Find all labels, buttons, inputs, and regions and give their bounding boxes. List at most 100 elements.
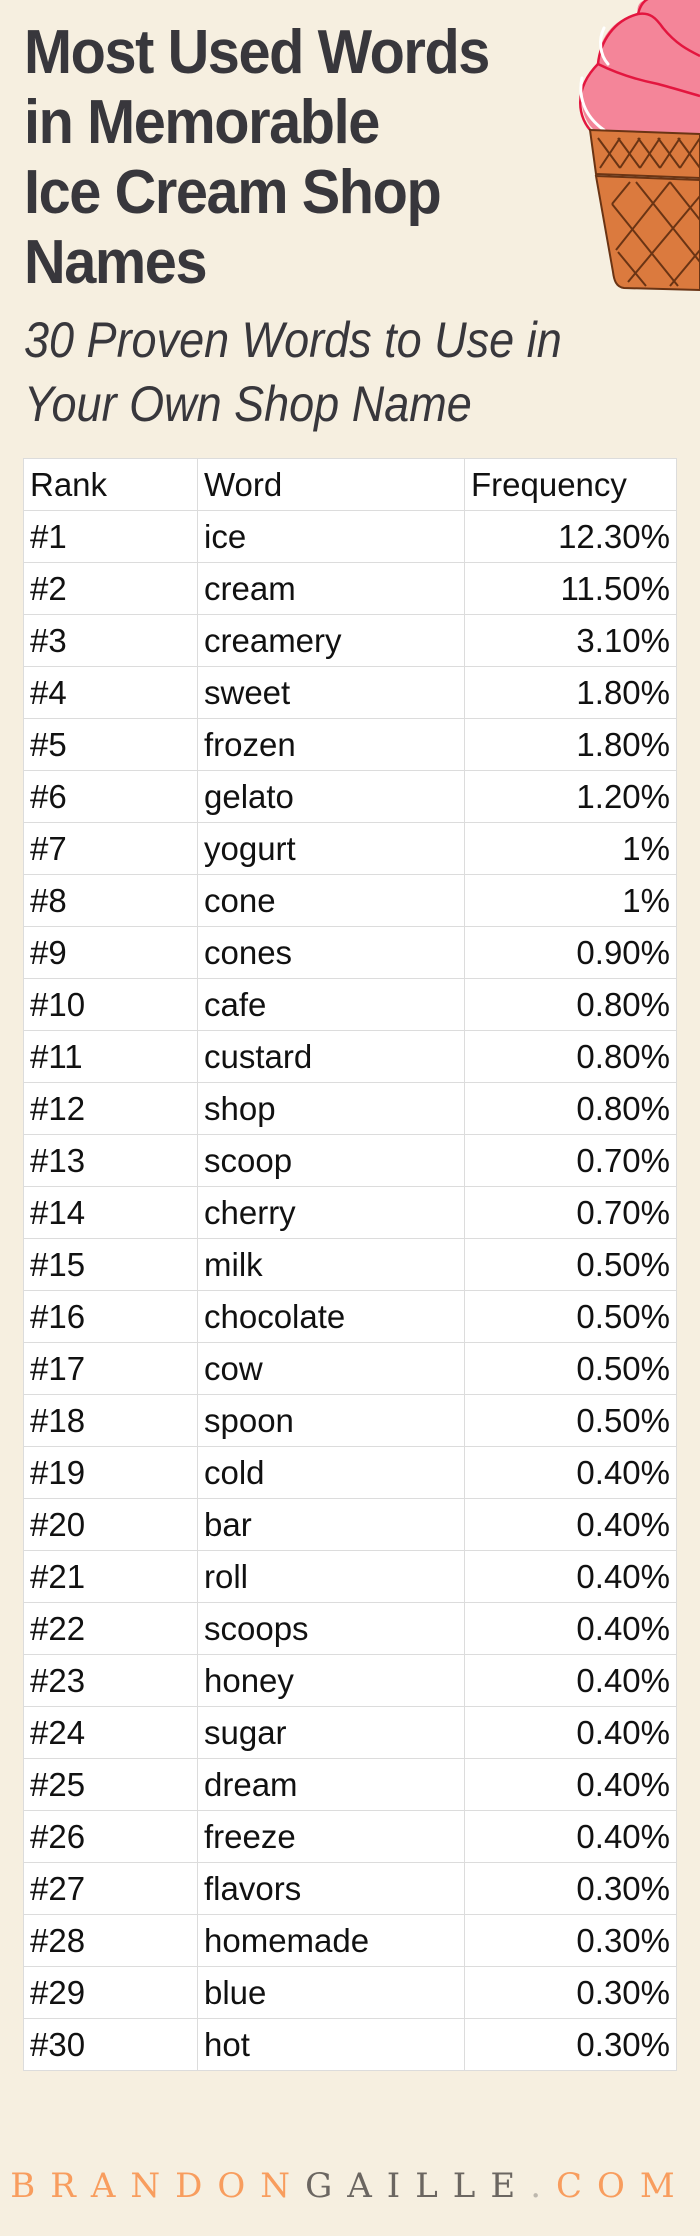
rank-cell: #28 bbox=[23, 1914, 198, 1967]
word-cell: shop bbox=[197, 1082, 465, 1135]
rank-cell: #1 bbox=[23, 510, 198, 563]
rank-cell: #25 bbox=[23, 1758, 198, 1811]
word-cell: honey bbox=[197, 1654, 465, 1707]
frequency-cell: 0.70% bbox=[464, 1134, 677, 1187]
table-row: #18 spoon 0.50% bbox=[23, 1394, 677, 1447]
table-row: #15 milk 0.50% bbox=[23, 1238, 677, 1291]
word-cell: sweet bbox=[197, 666, 465, 719]
word-cell: cold bbox=[197, 1446, 465, 1499]
rank-cell: #30 bbox=[23, 2018, 198, 2071]
table-row: #11 custard 0.80% bbox=[23, 1030, 677, 1083]
brand-footer: BRANDONGAILLE.COM bbox=[0, 2164, 700, 2208]
rank-cell: #22 bbox=[23, 1602, 198, 1655]
table-row: #24 sugar 0.40% bbox=[23, 1706, 677, 1759]
column-header-word: Word bbox=[197, 458, 465, 511]
rank-cell: #18 bbox=[23, 1394, 198, 1447]
word-cell: cherry bbox=[197, 1186, 465, 1239]
word-cell: custard bbox=[197, 1030, 465, 1083]
rank-cell: #14 bbox=[23, 1186, 198, 1239]
table-row: #26 freeze 0.40% bbox=[23, 1810, 677, 1863]
frequency-cell: 0.50% bbox=[464, 1394, 677, 1447]
word-cell: freeze bbox=[197, 1810, 465, 1863]
word-cell: cream bbox=[197, 562, 465, 615]
rank-cell: #17 bbox=[23, 1342, 198, 1395]
frequency-cell: 0.30% bbox=[464, 1862, 677, 1915]
table-row: #2 cream 11.50% bbox=[23, 562, 677, 615]
rank-cell: #5 bbox=[23, 718, 198, 771]
brand-name-part2: GAILLE bbox=[305, 2166, 531, 2206]
word-cell: spoon bbox=[197, 1394, 465, 1447]
ice-cream-cone-icon bbox=[579, 0, 700, 292]
table-header-row: Rank Word Frequency bbox=[23, 458, 677, 511]
rank-cell: #10 bbox=[23, 978, 198, 1031]
word-cell: homemade bbox=[197, 1914, 465, 1967]
frequency-cell: 0.40% bbox=[464, 1446, 677, 1499]
frequency-cell: 1% bbox=[464, 874, 677, 927]
subtitle-line: 30 Proven Words to Use in bbox=[24, 312, 562, 368]
table-row: #7 yogurt 1% bbox=[23, 822, 677, 875]
word-cell: scoop bbox=[197, 1134, 465, 1187]
frequency-cell: 0.40% bbox=[464, 1654, 677, 1707]
word-cell: cones bbox=[197, 926, 465, 979]
subtitle-line: Your Own Shop Name bbox=[24, 376, 472, 432]
frequency-cell: 0.40% bbox=[464, 1758, 677, 1811]
frequency-cell: 1% bbox=[464, 822, 677, 875]
table-row: #30 hot 0.30% bbox=[23, 2018, 677, 2071]
column-header-frequency: Frequency bbox=[464, 458, 677, 511]
rank-cell: #7 bbox=[23, 822, 198, 875]
rank-cell: #8 bbox=[23, 874, 198, 927]
table-row: #3 creamery 3.10% bbox=[23, 614, 677, 667]
table-row: #22 scoops 0.40% bbox=[23, 1602, 677, 1655]
word-cell: hot bbox=[197, 2018, 465, 2071]
table-row: #8 cone 1% bbox=[23, 874, 677, 927]
title-line: Most Used Words bbox=[24, 18, 490, 87]
word-cell: ice bbox=[197, 510, 465, 563]
page-title: Most Used Words in Memorable Ice Cream S… bbox=[24, 18, 582, 298]
frequency-cell: 0.50% bbox=[464, 1342, 677, 1395]
table-row: #9 cones 0.90% bbox=[23, 926, 677, 979]
frequency-cell: 12.30% bbox=[464, 510, 677, 563]
rank-cell: #24 bbox=[23, 1706, 198, 1759]
page-subtitle: 30 Proven Words to Use in Your Own Shop … bbox=[24, 308, 672, 436]
table-row: #27 flavors 0.30% bbox=[23, 1862, 677, 1915]
word-cell: creamery bbox=[197, 614, 465, 667]
rank-cell: #4 bbox=[23, 666, 198, 719]
frequency-cell: 0.40% bbox=[464, 1550, 677, 1603]
title-line: Names bbox=[24, 228, 208, 297]
frequency-cell: 0.80% bbox=[464, 1082, 677, 1135]
brand-name-dot: . bbox=[530, 2166, 556, 2206]
frequency-cell: 0.40% bbox=[464, 1498, 677, 1551]
word-cell: scoops bbox=[197, 1602, 465, 1655]
frequency-cell: 0.30% bbox=[464, 1966, 677, 2019]
table-row: #29 blue 0.30% bbox=[23, 1966, 677, 2019]
frequency-cell: 0.50% bbox=[464, 1238, 677, 1291]
word-cell: chocolate bbox=[197, 1290, 465, 1343]
rank-cell: #16 bbox=[23, 1290, 198, 1343]
rank-cell: #15 bbox=[23, 1238, 198, 1291]
brand-name-part1: BRANDON bbox=[10, 2166, 306, 2206]
frequency-cell: 0.90% bbox=[464, 926, 677, 979]
table-row: #14 cherry 0.70% bbox=[23, 1186, 677, 1239]
table-row: #28 homemade 0.30% bbox=[23, 1914, 677, 1967]
frequency-cell: 3.10% bbox=[464, 614, 677, 667]
frequency-cell: 0.70% bbox=[464, 1186, 677, 1239]
frequency-cell: 0.40% bbox=[464, 1810, 677, 1863]
rank-cell: #21 bbox=[23, 1550, 198, 1603]
rank-cell: #13 bbox=[23, 1134, 198, 1187]
frequency-cell: 0.40% bbox=[464, 1602, 677, 1655]
word-cell: roll bbox=[197, 1550, 465, 1603]
rank-cell: #6 bbox=[23, 770, 198, 823]
rank-cell: #20 bbox=[23, 1498, 198, 1551]
word-cell: milk bbox=[197, 1238, 465, 1291]
frequency-cell: 0.80% bbox=[464, 1030, 677, 1083]
word-cell: frozen bbox=[197, 718, 465, 771]
frequency-cell: 1.20% bbox=[464, 770, 677, 823]
table-row: #12 shop 0.80% bbox=[23, 1082, 677, 1135]
table-row: #20 bar 0.40% bbox=[23, 1498, 677, 1551]
table-row: #5 frozen 1.80% bbox=[23, 718, 677, 771]
table-row: #1 ice 12.30% bbox=[23, 510, 677, 563]
rank-cell: #26 bbox=[23, 1810, 198, 1863]
column-header-rank: Rank bbox=[23, 458, 198, 511]
word-cell: cow bbox=[197, 1342, 465, 1395]
frequency-cell: 0.30% bbox=[464, 2018, 677, 2071]
